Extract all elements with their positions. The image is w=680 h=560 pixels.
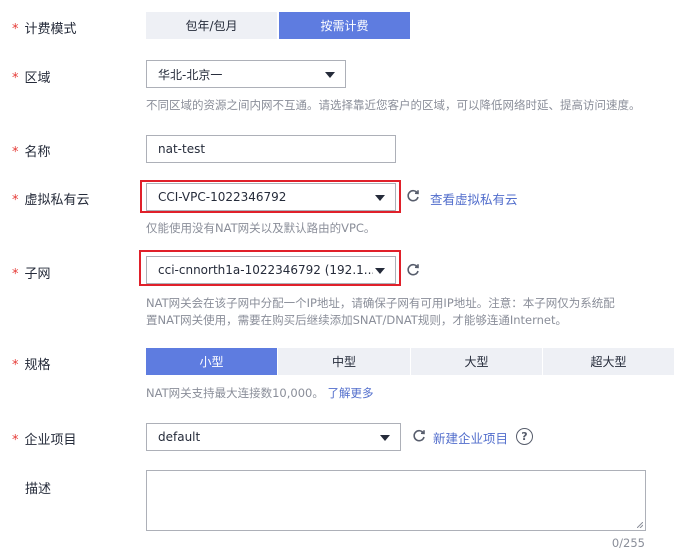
resize-handle-icon[interactable] (637, 522, 643, 528)
name-value: nat-test (158, 142, 206, 156)
subnet-hint-line1: NAT网关会在该子网中分配一个IP地址，请确保子网有可用IP地址。注意：本子网仅… (146, 296, 615, 310)
chevron-down-icon (325, 72, 335, 78)
subnet-value: cci-cnnorth1a-1022346792 (192.1... (158, 263, 373, 277)
view-vpc-link[interactable]: 查看虚拟私有云 (430, 189, 518, 208)
chevron-down-icon (380, 435, 390, 441)
spec-option-small[interactable]: 小型 (146, 348, 277, 375)
learn-more-link[interactable]: 了解更多 (328, 386, 374, 400)
billing-option-on-demand[interactable]: 按需计费 (279, 12, 410, 39)
name-input[interactable]: nat-test (146, 135, 396, 163)
name-label: * 名称 (12, 145, 51, 160)
spec-option-medium[interactable]: 中型 (278, 348, 410, 375)
description-textarea[interactable] (146, 470, 646, 531)
billing-label: * 计费模式 (12, 22, 77, 37)
vpc-select[interactable]: CCI-VPC-1022346792 (146, 183, 396, 211)
spec-option-large[interactable]: 大型 (410, 348, 542, 375)
enterprise-label: * 企业项目 (12, 433, 77, 448)
chevron-down-icon (375, 195, 385, 201)
subnet-select[interactable]: cci-cnnorth1a-1022346792 (192.1... (146, 256, 396, 284)
description-counter: 0/255 (611, 536, 645, 550)
spec-label: * 规格 (12, 358, 51, 373)
region-select[interactable]: 华北-北京一 (146, 60, 346, 88)
subnet-label: * 子网 (12, 267, 51, 282)
subnet-hint-line2: 置NAT网关使用，需要在购买后继续添加SNAT/DNAT规则，才能够连通Inte… (146, 313, 567, 327)
enterprise-value: default (158, 430, 201, 444)
description-label: 描述 (25, 482, 52, 497)
billing-option-yearly[interactable]: 包年/包月 (146, 12, 277, 39)
region-value: 华北-北京一 (158, 67, 223, 82)
help-icon[interactable]: ? (516, 428, 533, 445)
refresh-icon[interactable] (406, 263, 420, 277)
vpc-value: CCI-VPC-1022346792 (158, 190, 287, 204)
spec-option-xlarge[interactable]: 超大型 (542, 348, 674, 375)
region-hint: 不同区域的资源之间内网不互通。请选择靠近您客户的区域，可以降低网络时延、提高访问… (146, 98, 641, 112)
create-enterprise-project-link[interactable]: 新建企业项目 (433, 428, 508, 447)
chevron-down-icon (375, 268, 385, 274)
refresh-icon[interactable] (412, 429, 426, 443)
vpc-hint: 仅能使用没有NAT网关以及默认路由的VPC。 (146, 221, 376, 235)
enterprise-select[interactable]: default (146, 423, 401, 451)
spec-hint-text: NAT网关支持最大连接数10,000。 (146, 386, 324, 400)
spec-hint: NAT网关支持最大连接数10,000。 了解更多 (146, 385, 374, 402)
region-label: * 区域 (12, 71, 51, 86)
vpc-label: * 虚拟私有云 (12, 193, 90, 208)
refresh-icon[interactable] (406, 189, 420, 203)
